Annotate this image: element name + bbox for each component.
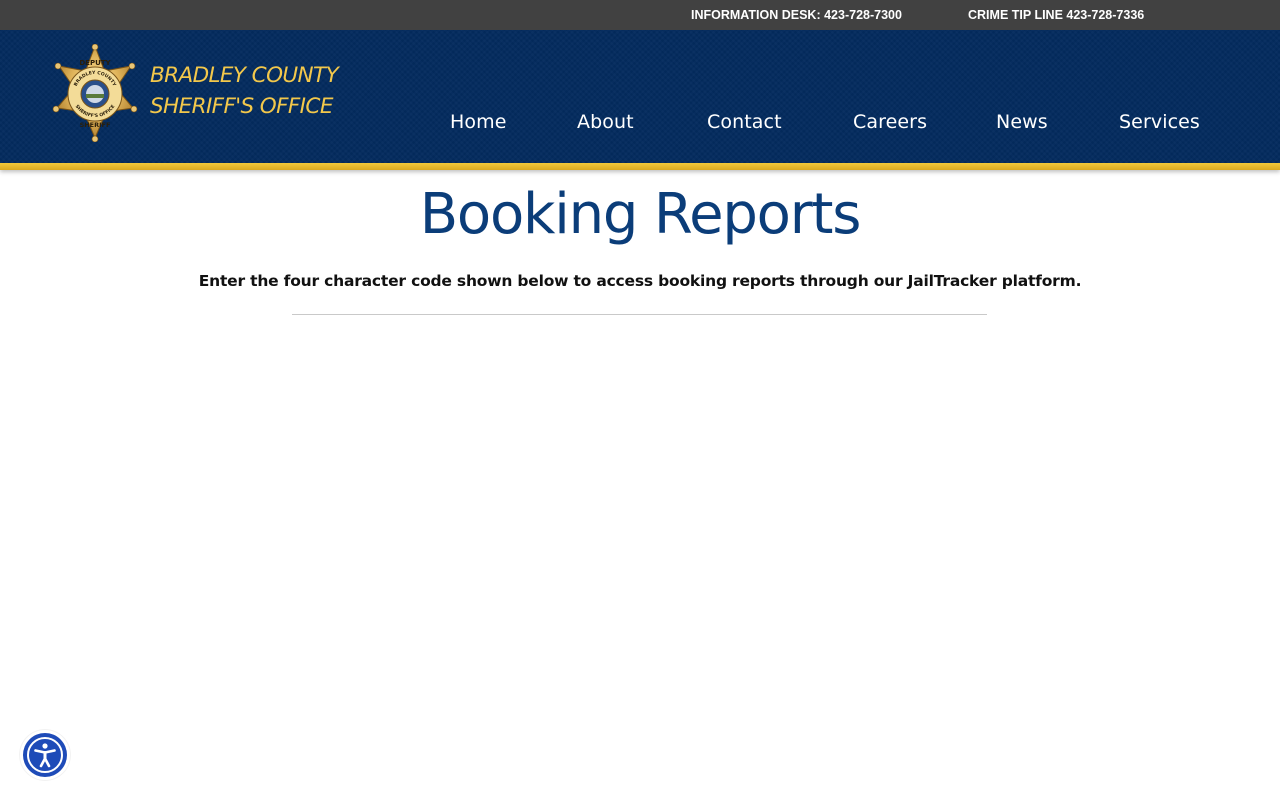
nav-news[interactable]: News [996,111,1048,133]
page-title: Booking Reports [419,182,862,247]
site-brand-name[interactable]: BRADLEY COUNTY SHERIFF'S OFFICE [150,60,339,122]
content-divider [292,314,987,315]
brand-line-1: BRADLEY COUNTY [150,63,339,88]
brand-line-2: SHERIFF'S OFFICE [150,94,333,119]
crime-tip-line-link[interactable]: CRIME TIP LINE 423-728-7336 [968,8,1144,22]
nav-careers[interactable]: Careers [853,111,927,133]
top-utility-bar: INFORMATION DESK: 423-728-7300 CRIME TIP… [0,0,1280,30]
header-gold-stripe [0,163,1280,170]
accessibility-button[interactable] [20,730,70,780]
nav-home[interactable]: Home [450,111,507,133]
badge-bottom-text: SHERIFF [80,121,111,129]
sheriff-badge-icon[interactable]: DEPUTY BRADLEY COUNTY SHERIFF'S OFFICE S… [51,44,139,142]
accessibility-person-icon [21,731,69,779]
nav-contact[interactable]: Contact [707,111,782,133]
instructions-text: Enter the four character code shown belo… [198,272,1082,290]
information-desk-link[interactable]: INFORMATION DESK: 423-728-7300 [691,8,902,22]
badge-top-text: DEPUTY [79,59,111,67]
nav-services[interactable]: Services [1119,111,1200,133]
nav-about[interactable]: About [577,111,634,133]
